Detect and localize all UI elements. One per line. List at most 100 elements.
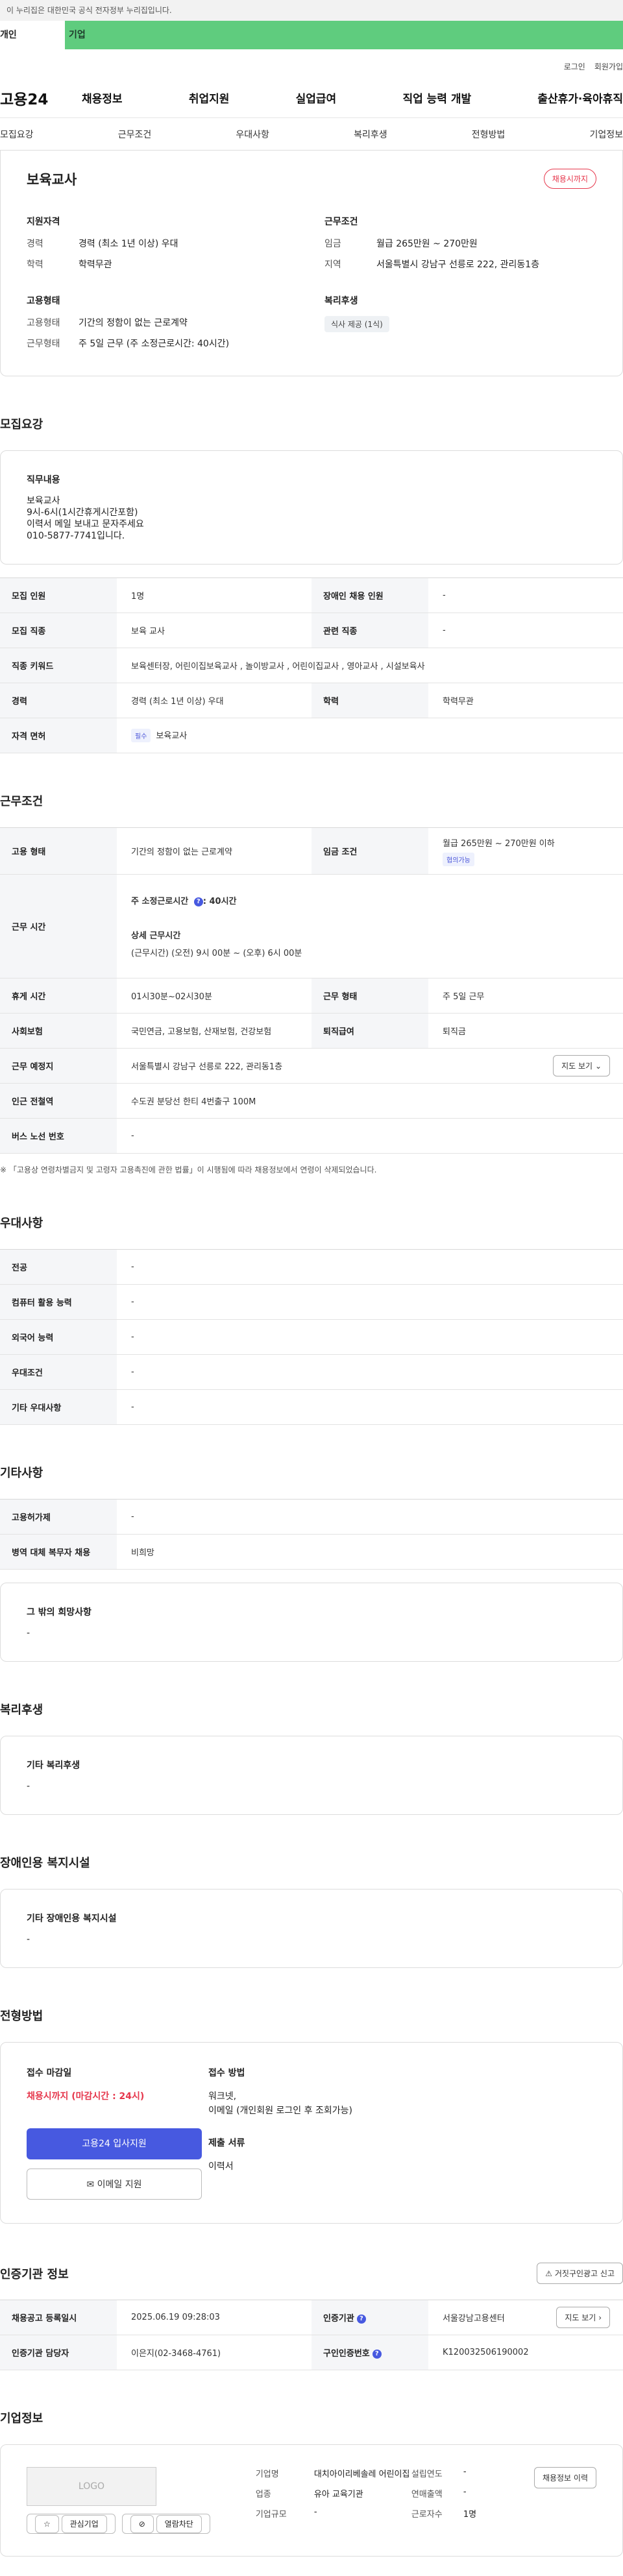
company-logo: LOGO xyxy=(27,2467,156,2506)
gnb-item-support[interactable]: 취업지원 xyxy=(189,90,230,106)
cell-key: 경력 xyxy=(0,683,117,718)
chevron-right-icon: › xyxy=(598,2313,602,2322)
etc-table: 고용허가제 - 병역 대체 복무자 채용 비희망 xyxy=(0,1499,623,1570)
kv-key: 연매출액 xyxy=(411,2490,443,2499)
qual-heading: 지원자격 xyxy=(27,217,60,227)
etc-section-title: 기타사항 xyxy=(0,1466,43,1480)
cell-key: 사회보험 xyxy=(0,1013,117,1049)
cell-key: 고용허가제 xyxy=(0,1499,117,1535)
gnb-item-jobs[interactable]: 채용정보 xyxy=(82,90,123,106)
negotiable-badge: 협의가능 xyxy=(443,852,474,866)
required-badge: 필수 xyxy=(131,729,151,742)
table-row: 인근 전철역 수도권 분당선 한티 4번출구 100M xyxy=(0,1083,623,1119)
emp-heading: 고용형태 xyxy=(27,296,60,306)
snb-company[interactable]: 기업정보 xyxy=(589,128,623,141)
table-row: 모집 직종 보육 교사 관련 직종 - xyxy=(0,613,623,648)
cell-value: 서울특별시 강남구 선릉로 222, 관리동1층 지도 보기 ⌄ xyxy=(117,1048,623,1084)
cell-value: - xyxy=(117,1389,623,1425)
status-badge: 채용시까지 xyxy=(543,169,596,189)
pref-section-title: 우대사항 xyxy=(0,1217,43,1230)
cell-key: 전공 xyxy=(0,1249,117,1285)
wage-value: 월급 265만원 ~ 270만원 이하 xyxy=(443,838,555,849)
info-icon[interactable]: ? xyxy=(356,2314,366,2324)
welfare-chip: 식사 제공 (1식) xyxy=(324,316,389,332)
deadline-heading: 접수 마감일 xyxy=(27,2068,72,2078)
job-title: 보육교사 xyxy=(27,171,77,188)
cell-key: 직종 키워드 xyxy=(0,648,117,683)
info-icon[interactable]: ? xyxy=(193,897,203,906)
table-row: 인증기관 담당자 이은지(02-3468-4761) 구인인증번호? K1200… xyxy=(0,2335,623,2370)
report-button[interactable]: ⚠ 거짓구인광고 신고 xyxy=(537,2263,623,2284)
cell-value: K120032506190002 xyxy=(428,2335,623,2370)
cert-table: 채용공고 등록일시 2025.06.19 09:28:03 인증기관? 서울강남… xyxy=(0,2300,623,2370)
table-row: 버스 노선 번호 - xyxy=(0,1118,623,1154)
kv-value: 1명 xyxy=(463,2510,477,2520)
method-line: 워크넷, xyxy=(208,2091,237,2102)
site-logo[interactable]: 고용24 xyxy=(0,87,65,109)
disabled-box-value: - xyxy=(27,1934,31,1945)
cell-key: 인근 전철역 xyxy=(0,1083,117,1119)
work-section-title: 근무조건 xyxy=(0,795,43,808)
duty-line: 9시-6시(1시간휴게시간포함) xyxy=(27,507,138,518)
snb-work[interactable]: 근무조건 xyxy=(118,128,152,141)
table-row: 고용 형태 기간의 정함이 없는 근로계약 임금 조건 월급 265만원 ~ 2… xyxy=(0,827,623,875)
map-button[interactable]: 지도 보기 ⌄ xyxy=(553,1055,610,1076)
docs-value: 이력서 xyxy=(208,2161,234,2172)
org-map-button[interactable]: 지도 보기 › xyxy=(556,2307,610,2328)
recruit-table: 모집 인원 1명 장애인 채용 인원 - 모집 직종 보육 교사 관련 직종 - 직종 키워… xyxy=(0,577,623,753)
cell-value: - xyxy=(117,1354,623,1390)
email-apply-button[interactable]: ✉ 이메일 지원 xyxy=(27,2169,202,2200)
welfare-box-value: - xyxy=(27,1781,31,1792)
duty-line: 이력서 메일 보내고 문자주세요 xyxy=(27,519,144,529)
block-button[interactable]: ⊘ 열람차단 xyxy=(121,2514,210,2534)
cell-value: 보육 교사 xyxy=(117,613,312,648)
gnb-item-training[interactable]: 직업 능력 개발 xyxy=(402,90,471,106)
snb-recruit[interactable]: 모집요강 xyxy=(0,128,34,141)
cell-key: 외국어 능력 xyxy=(0,1319,117,1355)
detail-hours-value: (근무시간) (오전) 9시 00분 ~ (오후) 6시 00분 xyxy=(131,949,302,958)
cell-key: 컴퓨터 활용 능력 xyxy=(0,1284,117,1320)
tab-personal[interactable]: 개인 xyxy=(0,21,65,49)
hope-box: 그 밖의 희망사항 - xyxy=(0,1583,623,1662)
method-heading: 접수 방법 xyxy=(208,2068,245,2078)
cell-value: 서울강남고용센터 지도 보기 › xyxy=(428,2300,623,2335)
kv-key: 업종 xyxy=(255,2490,271,2499)
table-row: 병역 대체 복무자 채용 비희망 xyxy=(0,1534,623,1570)
welfare-box: 기타 복리후생 - xyxy=(0,1736,623,1815)
disabled-box: 기타 장애인용 복지시설 - xyxy=(0,1889,623,1968)
table-row: 자격 면허 필수 보육교사 xyxy=(0,718,623,753)
weekly-hours-value: : 40시간 xyxy=(202,897,237,906)
interest-button[interactable]: ☆ 관심기업 xyxy=(27,2514,116,2534)
cell-key: 모집 인원 xyxy=(0,577,117,613)
cell-value: 수도권 분당선 한티 4번출구 100M xyxy=(117,1083,623,1119)
cell-key: 학력 xyxy=(312,683,428,718)
kv-key: 임금 xyxy=(324,239,341,249)
cell-value: 비희망 xyxy=(117,1534,623,1570)
snb-pref[interactable]: 우대사항 xyxy=(236,128,269,141)
gnb-item-benefit[interactable]: 실업급여 xyxy=(296,90,337,106)
cell-value: 주 5일 근무 xyxy=(428,978,623,1014)
job-summary-card: 보육교사 채용시까지 지원자격 경력 경력 (최소 1년 이상) 우대 학력 학력무… xyxy=(0,151,623,376)
snb-process[interactable]: 전형방법 xyxy=(472,128,506,141)
company-box: LOGO ☆ 관심기업 ⊘ 열람차단 기업명 대치아이리베솔레 어린이집 설립연도… xyxy=(0,2444,623,2557)
login-link[interactable]: 로그인 xyxy=(564,61,585,78)
hope-value: - xyxy=(27,1628,31,1638)
weekly-hours-label: 주 소정근로시간 xyxy=(131,897,189,906)
cell-value: 이은지(02-3468-4761) xyxy=(117,2335,312,2370)
block-icon: ⊘ xyxy=(130,2515,154,2533)
gnb-item-leave[interactable]: 출산휴가·육아휴직 xyxy=(537,90,623,106)
history-button[interactable]: 채용정보 이력 xyxy=(533,2467,596,2488)
tab-company[interactable]: 기업 xyxy=(65,21,623,49)
cell-key: 장애인 채용 인원 xyxy=(312,577,428,613)
signup-link[interactable]: 회원가입 xyxy=(594,61,623,78)
deadline-value: 채용시까지 (마감시간 : 24시) xyxy=(27,2091,145,2102)
cell-key: 근무 형태 xyxy=(312,978,428,1014)
snb-welfare[interactable]: 복리후생 xyxy=(354,128,387,141)
cell-key: 채용공고 등록일시 xyxy=(0,2300,117,2335)
apply-button[interactable]: 고용24 입사지원 xyxy=(27,2128,202,2159)
info-icon[interactable]: ? xyxy=(372,2349,382,2359)
chevron-down-icon: ⌄ xyxy=(594,1062,602,1071)
cell-value: 퇴직금 xyxy=(428,1013,623,1049)
cell-key: 구인인증번호? xyxy=(312,2335,428,2370)
cell-value: 필수 보육교사 xyxy=(117,718,623,753)
